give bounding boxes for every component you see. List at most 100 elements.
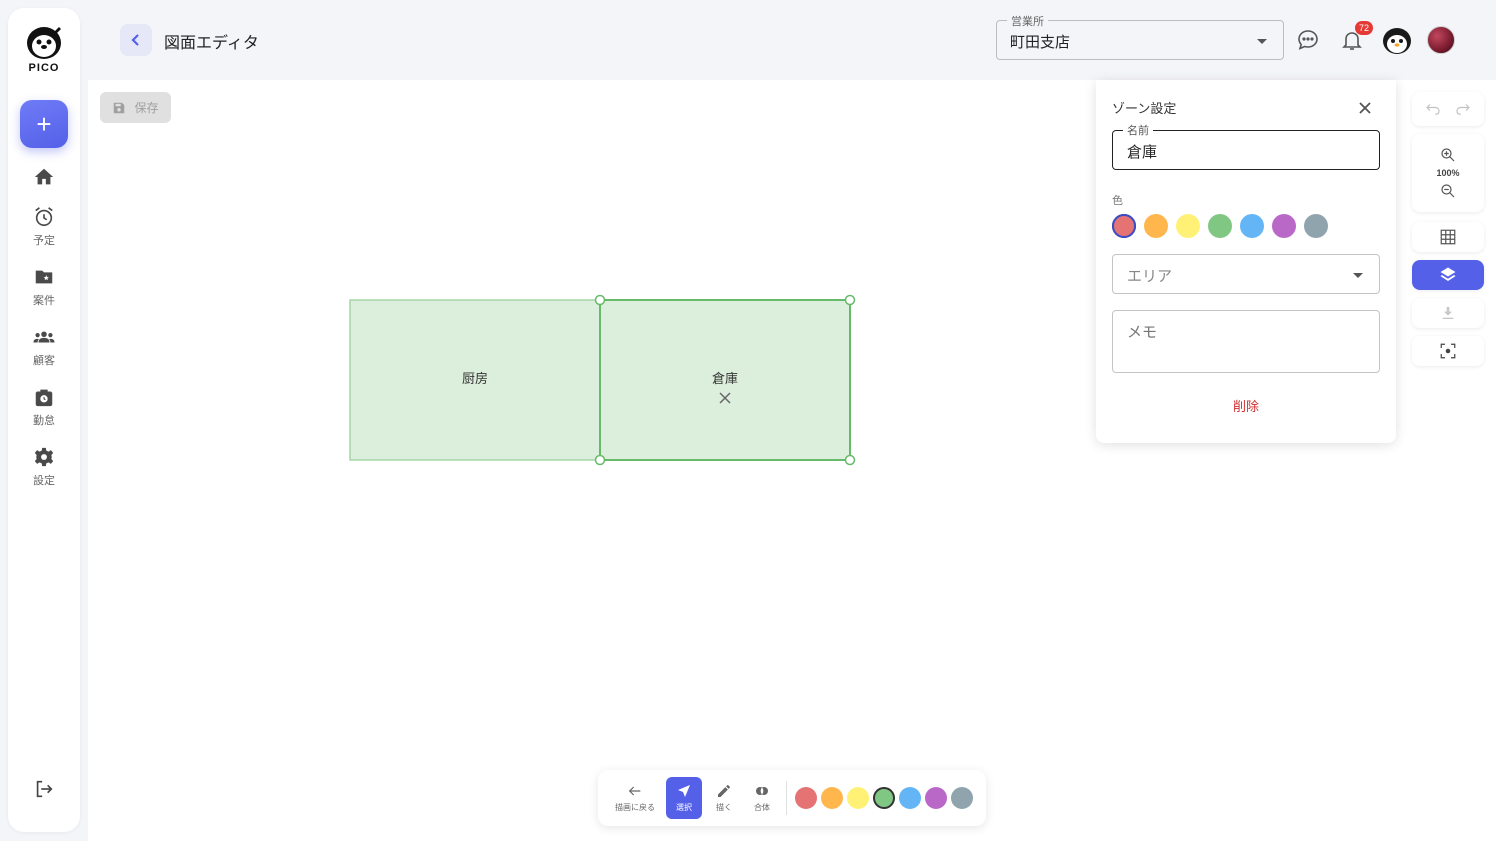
zone-kitchen[interactable]: 厨房 (349, 299, 601, 461)
grid-toggle-button[interactable] (1412, 222, 1484, 252)
select-tool-button[interactable]: 選択 (666, 777, 702, 819)
sidebar: PICO + 予定 案件 顧客 勤怠 設定 (8, 8, 80, 832)
color-swatch[interactable] (899, 787, 921, 809)
color-swatch[interactable] (1272, 214, 1296, 238)
penguin-logo-icon (27, 27, 61, 59)
tool-label: 選択 (676, 803, 692, 812)
color-swatch[interactable] (1240, 214, 1264, 238)
memo-field[interactable] (1112, 310, 1380, 373)
penguin-mascot-icon[interactable] (1381, 24, 1413, 56)
color-label: 色 (1112, 194, 1123, 207)
zone-label: 厨房 (462, 371, 488, 387)
color-swatch[interactable] (821, 787, 843, 809)
download-icon (1442, 307, 1454, 319)
back-to-drawing-button[interactable]: 描画に戻る (610, 777, 660, 819)
home-icon (34, 168, 54, 185)
sidebar-item-customers[interactable]: 顧客 (33, 326, 55, 368)
sidebar-item-label: 顧客 (33, 354, 55, 367)
fit-view-button[interactable] (1412, 336, 1484, 366)
zone-storage[interactable]: 倉庫 (594, 294, 856, 466)
resize-handle[interactable] (844, 294, 856, 306)
close-icon (1359, 102, 1371, 114)
branch-select[interactable]: 営業所 町田支店 (996, 13, 1284, 60)
sidebar-item-attendance[interactable]: 勤怠 (33, 386, 55, 428)
save-button-label: 保存 (134, 101, 159, 115)
logout-icon (36, 780, 53, 798)
page-title: 図面エディタ (164, 33, 259, 52)
color-swatch[interactable] (795, 787, 817, 809)
undo-redo-group (1412, 92, 1484, 126)
sidebar-item-label: 予定 (33, 234, 55, 247)
logo[interactable]: PICO (24, 24, 64, 74)
resize-handle[interactable] (594, 294, 606, 306)
area-select-placeholder: エリア (1127, 267, 1173, 285)
zone-layer: 厨房 倉庫 (349, 294, 856, 466)
zoom-level: 100% (1436, 168, 1460, 178)
zoom-in-icon[interactable] (1439, 146, 1457, 164)
add-button[interactable]: + (20, 100, 68, 148)
color-swatch[interactable] (1112, 214, 1136, 238)
color-swatch[interactable] (1208, 214, 1232, 238)
panel-title: ゾーン設定 (1112, 102, 1177, 117)
toolbar-color-swatches (795, 787, 973, 809)
color-swatches (1112, 214, 1328, 238)
branch-select-value: 町田支店 (1010, 33, 1071, 51)
tool-label: 合体 (754, 803, 770, 812)
layers-icon (1440, 267, 1456, 281)
color-swatch[interactable] (925, 787, 947, 809)
notification-badge: 72 (1355, 21, 1373, 35)
tool-label: 描画に戻る (615, 803, 655, 812)
resize-handle[interactable] (844, 454, 856, 466)
draw-tool-button[interactable]: 描く (706, 777, 742, 819)
people-group-icon (33, 331, 55, 343)
sidebar-item-projects[interactable]: 案件 (33, 266, 55, 308)
caret-down-icon (1353, 273, 1363, 278)
floppy-disk-icon (114, 102, 125, 113)
zoom-out-icon[interactable] (1439, 182, 1457, 200)
color-swatch[interactable] (951, 787, 973, 809)
area-select[interactable]: エリア (1112, 254, 1380, 294)
navigation-arrow-icon (678, 785, 690, 797)
grid-icon (1440, 229, 1456, 245)
gear-icon (34, 447, 54, 467)
sidebar-item-label: 勤怠 (33, 414, 55, 427)
chat-button[interactable] (1296, 28, 1320, 56)
save-button[interactable]: 保存 (100, 92, 171, 123)
resize-handle[interactable] (594, 454, 606, 466)
merge-circles-icon (756, 787, 768, 795)
chevron-left-icon (131, 34, 139, 46)
sidebar-item-schedule[interactable]: 予定 (33, 206, 55, 248)
alarm-clock-icon (35, 207, 53, 227)
chat-bubble-icon (1298, 30, 1318, 50)
timecard-bag-icon (35, 389, 53, 407)
caret-down-icon (1257, 39, 1267, 44)
redo-icon[interactable] (1454, 100, 1472, 118)
undo-icon[interactable] (1424, 100, 1442, 118)
back-button[interactable] (120, 24, 152, 56)
sidebar-item-label: 設定 (33, 474, 55, 487)
sidebar-item-label: 案件 (33, 294, 55, 307)
download-button[interactable] (1412, 298, 1484, 328)
color-swatch[interactable] (847, 787, 869, 809)
branch-select-label: 営業所 (1007, 13, 1048, 29)
zone-name-label: 名前 (1123, 122, 1153, 138)
color-swatch[interactable] (1144, 214, 1168, 238)
bottom-toolbar: 描画に戻る 選択 描く 合体 (598, 770, 986, 826)
zoom-controls: 100% (1412, 134, 1484, 212)
merge-tool-button[interactable]: 合体 (744, 777, 780, 819)
avatar[interactable] (1427, 26, 1455, 54)
color-swatch[interactable] (1304, 214, 1328, 238)
layers-button[interactable] (1412, 260, 1484, 290)
sidebar-item-home[interactable] (33, 166, 55, 188)
delete-button[interactable]: 削除 (1096, 396, 1396, 415)
zone-name-field[interactable]: 名前 倉庫 (1112, 122, 1380, 170)
logout-button[interactable] (33, 778, 55, 804)
sidebar-item-settings[interactable]: 設定 (33, 446, 55, 488)
zone-name-value: 倉庫 (1127, 143, 1158, 161)
color-swatch[interactable] (873, 787, 895, 809)
panel-close-button[interactable] (1358, 100, 1372, 114)
center-focus-icon (1440, 343, 1456, 359)
tool-label: 描く (716, 803, 732, 812)
color-swatch[interactable] (1176, 214, 1200, 238)
zone-settings-panel: ゾーン設定 名前 倉庫 色 エリア 削除 (1096, 80, 1396, 443)
